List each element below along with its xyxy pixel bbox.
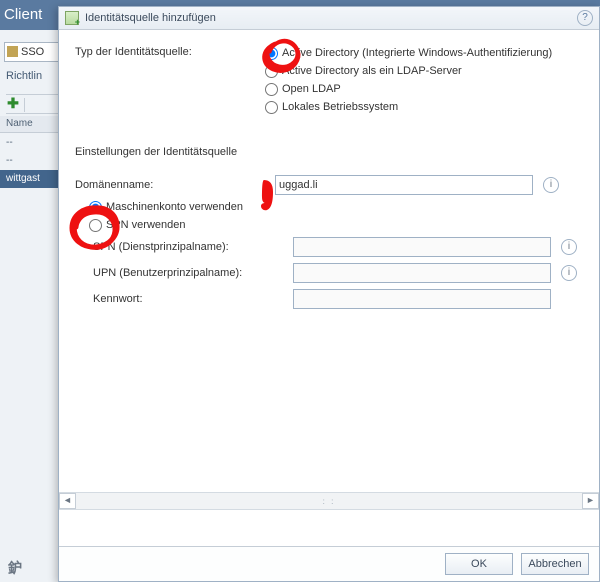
dialog-titlebar: Identitätsquelle hinzufügen ? [59, 7, 599, 30]
spn-label: SPN (Dienstprinzipalname): [75, 241, 293, 253]
upn-input[interactable] [293, 263, 551, 283]
spn-input[interactable] [293, 237, 551, 257]
info-icon[interactable]: i [561, 239, 577, 255]
add-icon[interactable]: ✚ [6, 95, 20, 112]
radio-openldap[interactable]: Open LDAP [265, 80, 591, 98]
dialog-title: Identitätsquelle hinzufügen [85, 12, 216, 24]
add-source-icon [65, 11, 79, 25]
info-icon[interactable]: i [561, 265, 577, 281]
scroll-right-arrow[interactable]: ► [582, 493, 599, 509]
radio-ad-integrated[interactable]: Active Directory (Integrierte Windows-Au… [265, 44, 591, 62]
horizontal-scrollbar[interactable]: ◄ : : ► [59, 492, 599, 510]
table-row[interactable]: -- [0, 152, 64, 170]
radio-use-machine-account[interactable]: Maschinenkonto verwenden [75, 198, 591, 216]
identity-type-label: Typ der Identitätsquelle: [75, 44, 265, 58]
add-identity-source-dialog: Identitätsquelle hinzufügen ? Typ der Id… [58, 6, 600, 582]
table-row[interactable]: wittgast [0, 170, 64, 188]
domain-name-input[interactable] [275, 175, 533, 195]
settings-header: Einstellungen der Identitätsquelle [75, 146, 591, 158]
ok-button[interactable]: OK [445, 553, 513, 575]
radio-use-spn[interactable]: SPN verwenden [75, 216, 591, 234]
domain-name-label: Domänenname: [75, 179, 275, 191]
info-icon[interactable]: i [543, 177, 559, 193]
dialog-body: Typ der Identitätsquelle: Active Directo… [59, 30, 599, 546]
table-row[interactable]: -- [0, 134, 64, 152]
password-label: Kennwort: [75, 293, 293, 305]
footer-icon: 鈩 [8, 558, 22, 578]
cancel-button[interactable]: Abbrechen [521, 553, 589, 575]
radio-ad-ldap[interactable]: Active Directory als ein LDAP-Server [265, 62, 591, 80]
table-toolbar: ✚ [6, 94, 62, 114]
tab-richtlinien[interactable]: Richtlin [6, 70, 42, 82]
column-header-name[interactable]: Name [0, 116, 64, 133]
scroll-track[interactable]: : : [76, 497, 582, 506]
app-title: Client [4, 6, 42, 23]
upn-label: UPN (Benutzerprinzipalname): [75, 267, 293, 279]
help-icon[interactable]: ? [577, 10, 593, 26]
dialog-button-bar: OK Abbrechen [59, 546, 599, 581]
radio-local-os[interactable]: Lokales Betriebssystem [265, 98, 591, 116]
password-input[interactable] [293, 289, 551, 309]
scroll-left-arrow[interactable]: ◄ [59, 493, 76, 509]
